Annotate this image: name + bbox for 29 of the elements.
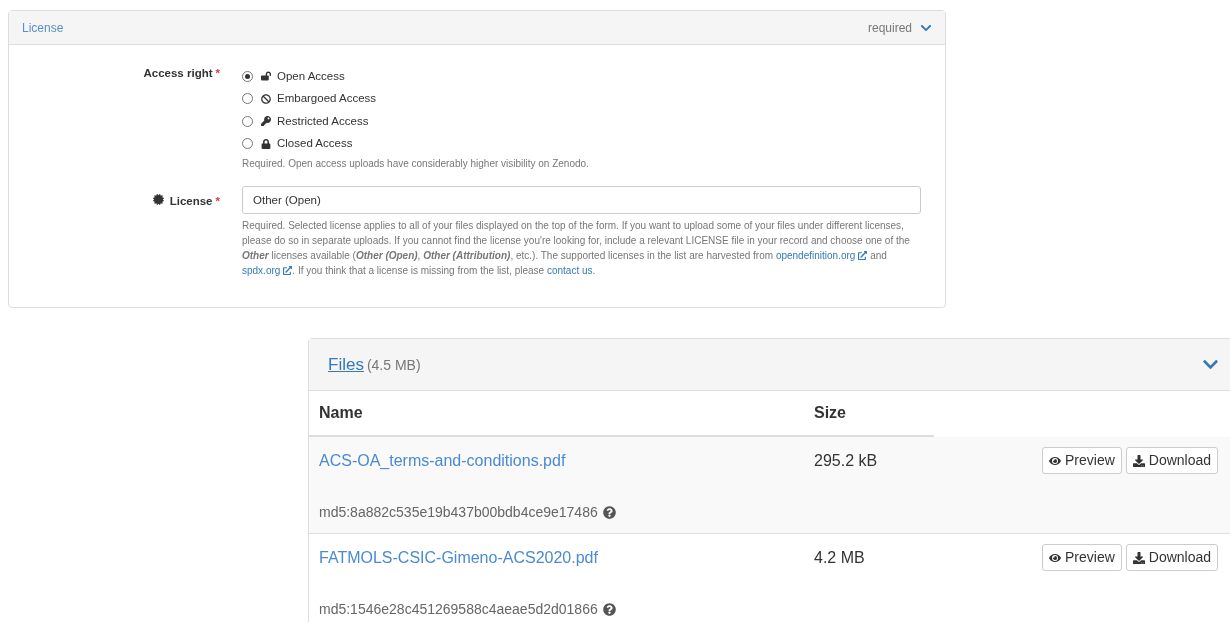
- link[interactable]: opendefinition.org: [775, 248, 868, 263]
- total-size: (4.5 MB): [366, 356, 421, 375]
- link[interactable]: spdx.org: [242, 263, 293, 278]
- radio-label[interactable]: Closed Access: [277, 135, 353, 153]
- field-label: License: [169, 194, 213, 209]
- field-label: Access right: [143, 66, 213, 81]
- radio-label[interactable]: Restricted Access: [277, 112, 369, 130]
- help-text: Required. Selected license applies to all of your files displayed on the top of the form. If you want to upload some of your files under different licenses, please do so in separate uploads. If you cannot find the license you're looking for, include a relevant LICENSE file in your record and choose one of the Other licenses available (Other (Open), Other (Attribution), etc.). The supported licenses in the list are harvested from opendefinition.org and spdx.org . If you think that a license is missing from the list, please contact us.: [242, 219, 911, 278]
- radio-label[interactable]: Embargoed Access: [277, 90, 377, 108]
- required-label: required: [867, 19, 912, 37]
- column-header: Name: [318, 403, 364, 423]
- required-mark: *: [215, 194, 220, 209]
- radio-label[interactable]: Open Access: [277, 67, 345, 85]
- download-button[interactable]: Download: [1125, 544, 1219, 571]
- file-size: 4.2 MB: [814, 548, 866, 568]
- link[interactable]: contact us: [546, 265, 593, 276]
- preview-button[interactable]: Preview: [1042, 447, 1122, 474]
- file-size: 295.2 kB: [814, 451, 879, 471]
- required-mark: *: [215, 66, 220, 81]
- license-field[interactable]: Other (Open): [242, 186, 921, 214]
- file-link[interactable]: FATMOLS-CSIC-Gimeno-ACS2020.pdf: [319, 546, 814, 570]
- checksum: md5:8a882c535e19b437b00bdb4ce9e17486: [319, 503, 598, 522]
- column-header: Size: [814, 403, 846, 423]
- checksum: md5:1546e28c451269588c4aeae5d2d01866: [319, 600, 598, 619]
- preview-button[interactable]: Preview: [1042, 544, 1122, 571]
- file-link[interactable]: ACS-OA_terms-and-conditions.pdf: [319, 449, 814, 473]
- download-button[interactable]: Download: [1125, 447, 1219, 474]
- panel-title[interactable]: Files: [328, 351, 364, 378]
- help-text: Required. Open access uploads have considerably higher visibility on Zenodo.: [242, 157, 589, 171]
